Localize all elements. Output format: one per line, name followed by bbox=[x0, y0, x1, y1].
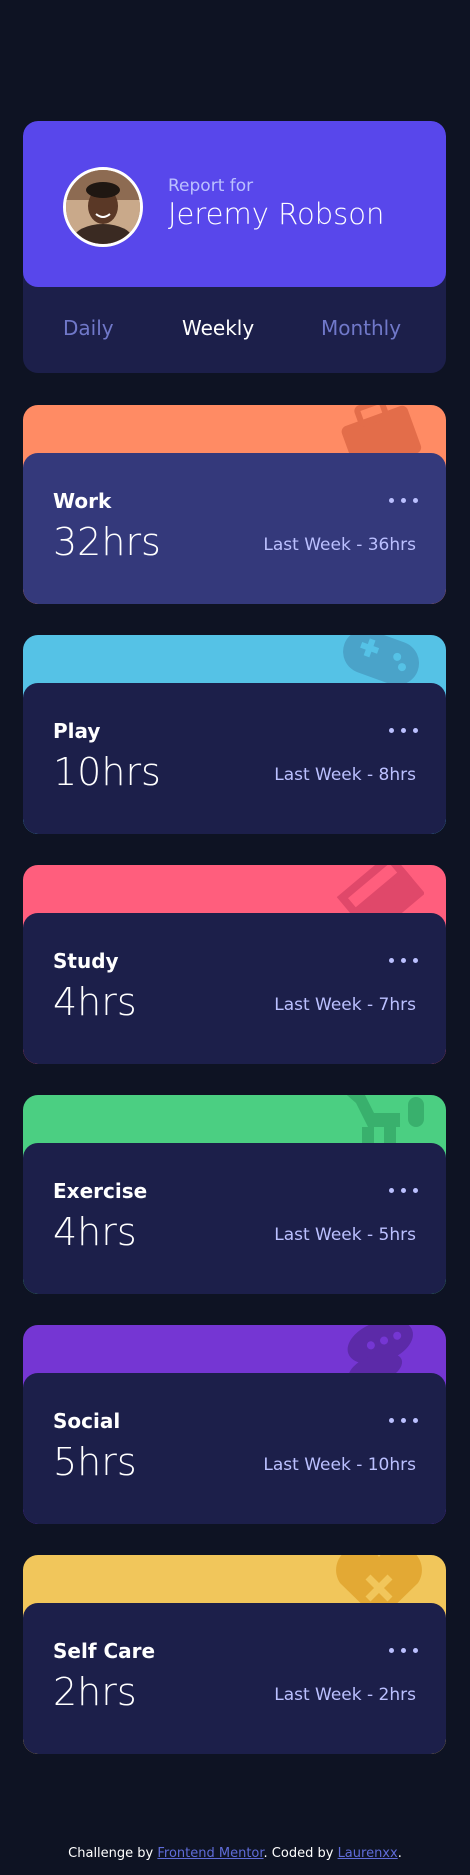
ellipsis-menu-icon[interactable] bbox=[389, 953, 419, 969]
card-title: Play bbox=[53, 719, 101, 743]
card-title: Exercise bbox=[53, 1179, 148, 1203]
attribution-prefix: Challenge by bbox=[68, 1846, 158, 1861]
card-last-week: Last Week - 5hrs bbox=[274, 1225, 416, 1245]
report-label: Report for bbox=[168, 176, 254, 196]
attribution: Challenge by Frontend Mentor. Coded by L… bbox=[0, 1846, 470, 1861]
activity-card-social: Social 5hrs Last Week - 10hrs bbox=[23, 1325, 446, 1524]
ellipsis-menu-icon[interactable] bbox=[389, 1643, 419, 1659]
card-body-study[interactable]: Study 4hrs Last Week - 7hrs bbox=[23, 913, 446, 1064]
card-hours: 10hrs bbox=[53, 750, 161, 794]
activity-card-work: Work 32hrs Last Week - 36hrs bbox=[23, 405, 446, 604]
profile-header: Report for Jeremy Robson bbox=[23, 121, 446, 287]
card-last-week: Last Week - 8hrs bbox=[274, 765, 416, 785]
card-body-play[interactable]: Play 10hrs Last Week - 8hrs bbox=[23, 683, 446, 834]
ellipsis-menu-icon[interactable] bbox=[389, 723, 419, 739]
card-body-social[interactable]: Social 5hrs Last Week - 10hrs bbox=[23, 1373, 446, 1524]
frontend-mentor-link[interactable]: Frontend Mentor bbox=[157, 1846, 263, 1861]
author-link[interactable]: Laurenxx bbox=[338, 1846, 398, 1861]
ellipsis-menu-icon[interactable] bbox=[389, 493, 419, 509]
activity-card-study: Study 4hrs Last Week - 7hrs bbox=[23, 865, 446, 1064]
card-hours: 5hrs bbox=[53, 1440, 137, 1484]
ellipsis-menu-icon[interactable] bbox=[389, 1183, 419, 1199]
activity-card-self-care: Self Care 2hrs Last Week - 2hrs bbox=[23, 1555, 446, 1754]
card-hours: 4hrs bbox=[53, 980, 137, 1024]
card-body-self-care[interactable]: Self Care 2hrs Last Week - 2hrs bbox=[23, 1603, 446, 1754]
user-name: Jeremy Robson bbox=[168, 197, 385, 231]
period-daily-button[interactable]: Daily bbox=[63, 316, 114, 340]
card-hours: 2hrs bbox=[53, 1670, 137, 1714]
card-title: Work bbox=[53, 489, 112, 513]
card-last-week: Last Week - 10hrs bbox=[263, 1455, 416, 1475]
activity-card-exercise: Exercise 4hrs Last Week - 5hrs bbox=[23, 1095, 446, 1294]
card-last-week: Last Week - 36hrs bbox=[263, 535, 416, 555]
period-weekly-button[interactable]: Weekly bbox=[182, 316, 254, 340]
activity-card-play: Play 10hrs Last Week - 8hrs bbox=[23, 635, 446, 834]
attribution-suffix: . bbox=[397, 1846, 402, 1861]
avatar bbox=[63, 167, 143, 247]
card-last-week: Last Week - 7hrs bbox=[274, 995, 416, 1015]
profile-card: Report for Jeremy Robson Daily Weekly Mo… bbox=[23, 121, 446, 373]
ellipsis-menu-icon[interactable] bbox=[389, 1413, 419, 1429]
card-body-work[interactable]: Work 32hrs Last Week - 36hrs bbox=[23, 453, 446, 604]
card-hours: 4hrs bbox=[53, 1210, 137, 1254]
period-monthly-button[interactable]: Monthly bbox=[321, 316, 401, 340]
card-title: Self Care bbox=[53, 1639, 156, 1663]
card-body-exercise[interactable]: Exercise 4hrs Last Week - 5hrs bbox=[23, 1143, 446, 1294]
attribution-middle: . Coded by bbox=[263, 1846, 338, 1861]
card-last-week: Last Week - 2hrs bbox=[274, 1685, 416, 1705]
card-title: Study bbox=[53, 949, 119, 973]
card-title: Social bbox=[53, 1409, 121, 1433]
card-hours: 32hrs bbox=[53, 520, 161, 564]
